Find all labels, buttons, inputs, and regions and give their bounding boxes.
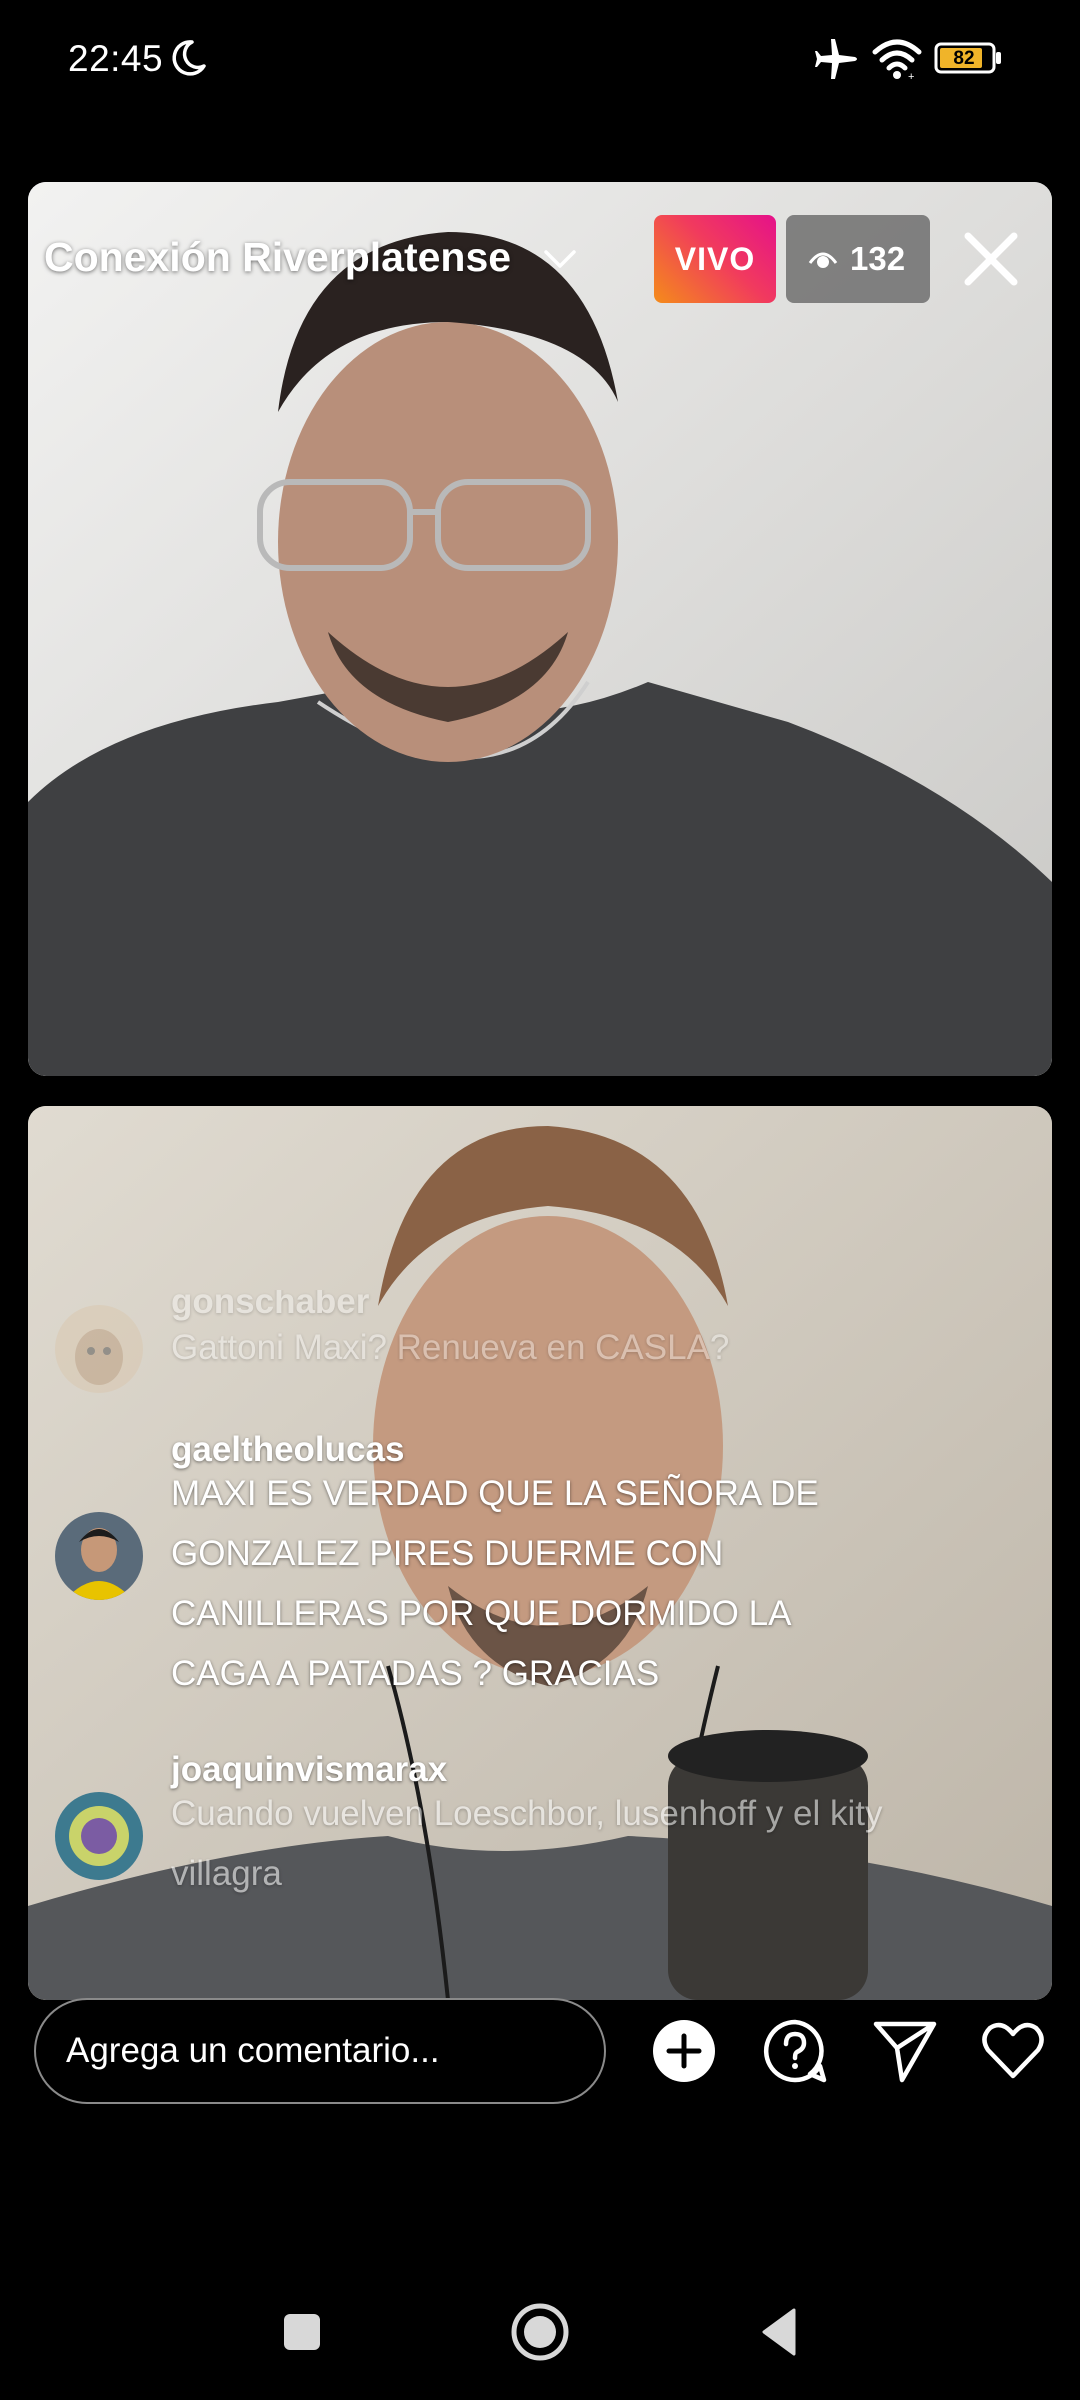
battery-level: 82 [953, 48, 975, 69]
moon-icon [172, 40, 206, 76]
host-video[interactable] [28, 182, 1052, 1076]
home-icon[interactable] [508, 2300, 572, 2364]
eye-icon [808, 252, 838, 268]
wifi-icon: + [872, 39, 922, 80]
chevron-down-icon[interactable] [540, 244, 580, 274]
avatar[interactable] [55, 1512, 143, 1600]
send-icon[interactable] [872, 2018, 938, 2084]
broadcaster-name[interactable]: Conexión Riverplatense [44, 234, 511, 281]
heart-icon[interactable] [980, 2018, 1046, 2084]
status-bar: 22:45 + 82 [0, 0, 1080, 120]
viewer-count: 132 [850, 240, 906, 277]
add-icon[interactable] [651, 2018, 717, 2084]
comments-list[interactable]: gonschaber Gattoni Maxi? Renueva en CASL… [28, 1290, 1052, 1910]
status-time: 22:45 [68, 38, 164, 79]
host-video-image [28, 182, 1052, 1076]
live-badge: VIVO [654, 215, 776, 303]
svg-text:+: + [908, 71, 914, 80]
recent-apps-icon[interactable] [272, 2302, 332, 2362]
back-icon[interactable] [750, 2302, 810, 2362]
viewer-count-badge[interactable]: 132 [786, 215, 930, 303]
question-icon[interactable] [762, 2018, 828, 2084]
comment-text: Gattoni Maxi? Renueva en CASLA? [171, 1328, 730, 1367]
airplane-icon [815, 39, 857, 79]
avatar[interactable] [55, 1305, 143, 1393]
comment-text: MAXI ES VERDAD QUE LA SEÑORA DE GONZALEZ… [171, 1474, 819, 1693]
comment-input[interactable] [34, 1998, 606, 2104]
comment-text: Cuando vuelven Loeschbor, lusenhoff y el… [171, 1794, 883, 1893]
close-icon[interactable] [960, 228, 1022, 290]
avatar[interactable] [55, 1792, 143, 1880]
